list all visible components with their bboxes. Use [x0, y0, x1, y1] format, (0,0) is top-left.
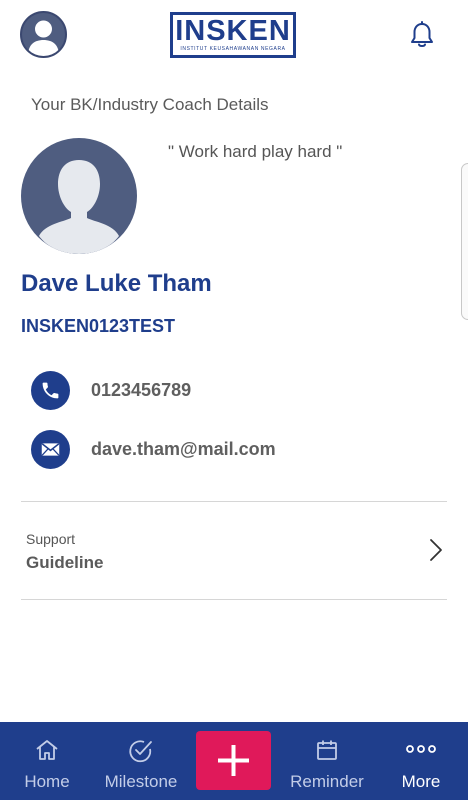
nav-milestone[interactable]: Milestone [94, 722, 188, 800]
insken-logo: INSKEN INSTITUT KEUSAHAWANAN NEGARA [170, 12, 296, 58]
nav-reminder-label: Reminder [290, 772, 364, 791]
notification-bell-icon[interactable] [409, 21, 435, 49]
nav-more[interactable]: More [374, 722, 468, 800]
check-circle-icon [129, 740, 152, 763]
section-title: Your BK/Industry Coach Details [31, 95, 269, 114]
mail-icon [31, 430, 70, 469]
calendar-icon [317, 740, 337, 760]
phone-row[interactable]: 0123456789 [31, 371, 431, 411]
logo-subtitle: INSTITUT KEUSAHAWANAN NEGARA [180, 46, 286, 52]
scroll-handle[interactable] [461, 163, 468, 320]
email-row[interactable]: dave.tham@mail.com [31, 430, 431, 470]
profile-avatar-button[interactable] [20, 11, 67, 58]
nav-milestone-label: Milestone [104, 772, 178, 791]
coach-code: INSKEN0123TEST [21, 316, 176, 336]
user-silhouette-icon [28, 20, 59, 56]
email-address: dave.tham@mail.com [91, 439, 276, 459]
add-button[interactable] [196, 731, 271, 790]
support-label: Support [26, 531, 76, 547]
phone-icon [31, 371, 70, 410]
user-silhouette-icon [39, 160, 119, 254]
phone-number: 0123456789 [91, 380, 192, 400]
support-guideline-item[interactable]: Support Guideline [21, 502, 447, 599]
nav-reminder[interactable]: Reminder [280, 722, 374, 800]
nav-home[interactable]: Home [0, 722, 94, 800]
app-header: INSKEN INSTITUT KEUSAHAWANAN NEGARA [0, 0, 468, 72]
nav-home-label: Home [24, 772, 70, 791]
chevron-right-icon [430, 539, 442, 561]
logo-text: INSKEN [175, 15, 291, 47]
coach-name: Dave Luke Tham [21, 270, 212, 297]
nav-more-label: More [401, 772, 441, 791]
coach-quote: " Work hard play hard " [168, 142, 343, 161]
plus-icon [218, 745, 249, 776]
more-dots-icon [406, 745, 436, 753]
home-icon [36, 740, 58, 760]
support-value: Guideline [26, 553, 104, 572]
coach-avatar [21, 138, 137, 254]
divider [21, 599, 447, 600]
